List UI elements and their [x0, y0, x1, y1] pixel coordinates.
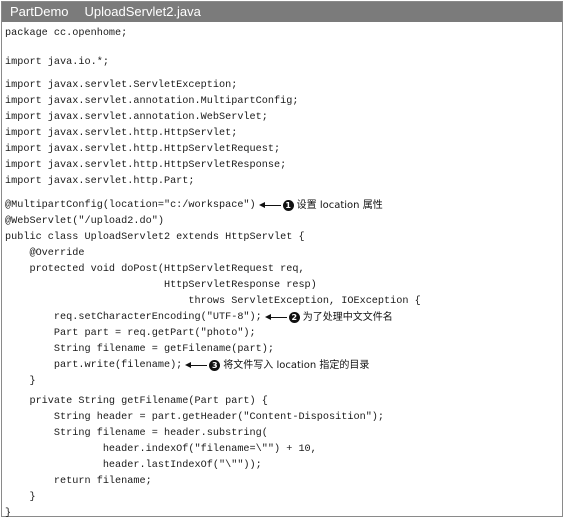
code-line: header.indexOf("filename=\"") + 10,	[5, 444, 317, 455]
code-line: public class UploadServlet2 extends Http…	[5, 232, 305, 243]
marker-badge: 2	[288, 312, 300, 323]
annotation-text: 为了处理中文文件名	[302, 312, 393, 323]
code-line: import javax.servlet.http.HttpServlet;	[5, 128, 238, 139]
code-line: package cc.openhome;	[5, 28, 128, 39]
marker-badge: 3	[209, 360, 221, 371]
code-line: import javax.servlet.annotation.WebServl…	[5, 112, 268, 123]
annotation-1: 1 设置 location 属性	[256, 198, 383, 213]
marker-badge: 1	[282, 200, 294, 211]
project-name: PartDemo	[10, 4, 69, 19]
code-line-annotated: part.write(filename); 3 将文件写入 location 指定的…	[5, 358, 369, 373]
code-line: Part part = req.getPart("photo");	[5, 328, 256, 339]
annotation-text: 将文件写入 location 指定的目录	[223, 360, 370, 371]
code-line: }	[5, 376, 36, 387]
code-line-annotated: req.setCharacterEncoding("UTF-8"); 2 为了处理中…	[5, 310, 393, 325]
code-line: import javax.servlet.http.HttpServletReq…	[5, 144, 281, 155]
code-line: HttpServletResponse resp)	[5, 280, 317, 291]
left-arrow-icon	[258, 198, 281, 213]
code-line-annotated: @MultipartConfig(location="c:/workspace"…	[5, 198, 383, 213]
code-line: req.setCharacterEncoding("UTF-8");	[5, 312, 262, 323]
code-line: String filename = getFilename(part);	[5, 344, 274, 355]
code-line: String header = part.getHeader("Content-…	[5, 412, 385, 423]
code-line: @WebServlet("/upload2.do")	[5, 216, 164, 227]
left-arrow-icon	[185, 358, 208, 373]
code-line: private String getFilename(Part part) {	[5, 396, 268, 407]
annotation-text: 设置 location 属性	[296, 200, 383, 211]
code-line: header.lastIndexOf("\""));	[5, 460, 262, 471]
code-line: import java.io.*;	[5, 57, 109, 68]
annotation-3: 3 将文件写入 location 指定的目录	[182, 358, 369, 373]
code-line: throws ServletException, IOException {	[5, 296, 421, 307]
code-line: String filename = header.substring(	[5, 428, 268, 439]
code-line: @MultipartConfig(location="c:/workspace"…	[5, 200, 256, 211]
code-line: import javax.servlet.http.Part;	[5, 176, 195, 187]
code-line: return filename;	[5, 476, 152, 487]
code-line: part.write(filename);	[5, 360, 183, 371]
code-listing-frame: PartDemo UploadServlet2.java package cc.o…	[1, 1, 563, 519]
code-line: }	[5, 492, 36, 503]
code-line: import javax.servlet.annotation.Multipar…	[5, 96, 299, 107]
code-line: import javax.servlet.http.HttpServletRes…	[5, 160, 287, 171]
left-arrow-icon	[264, 310, 287, 325]
code-line: import javax.servlet.ServletException;	[5, 80, 238, 91]
annotation-2: 2 为了处理中文文件名	[262, 310, 393, 325]
code-line: protected void doPost(HttpServletRequest…	[5, 264, 305, 275]
file-name: UploadServlet2.java	[84, 4, 201, 19]
code-line: @Override	[5, 248, 85, 259]
listing-title-bar: PartDemo UploadServlet2.java	[2, 2, 562, 22]
